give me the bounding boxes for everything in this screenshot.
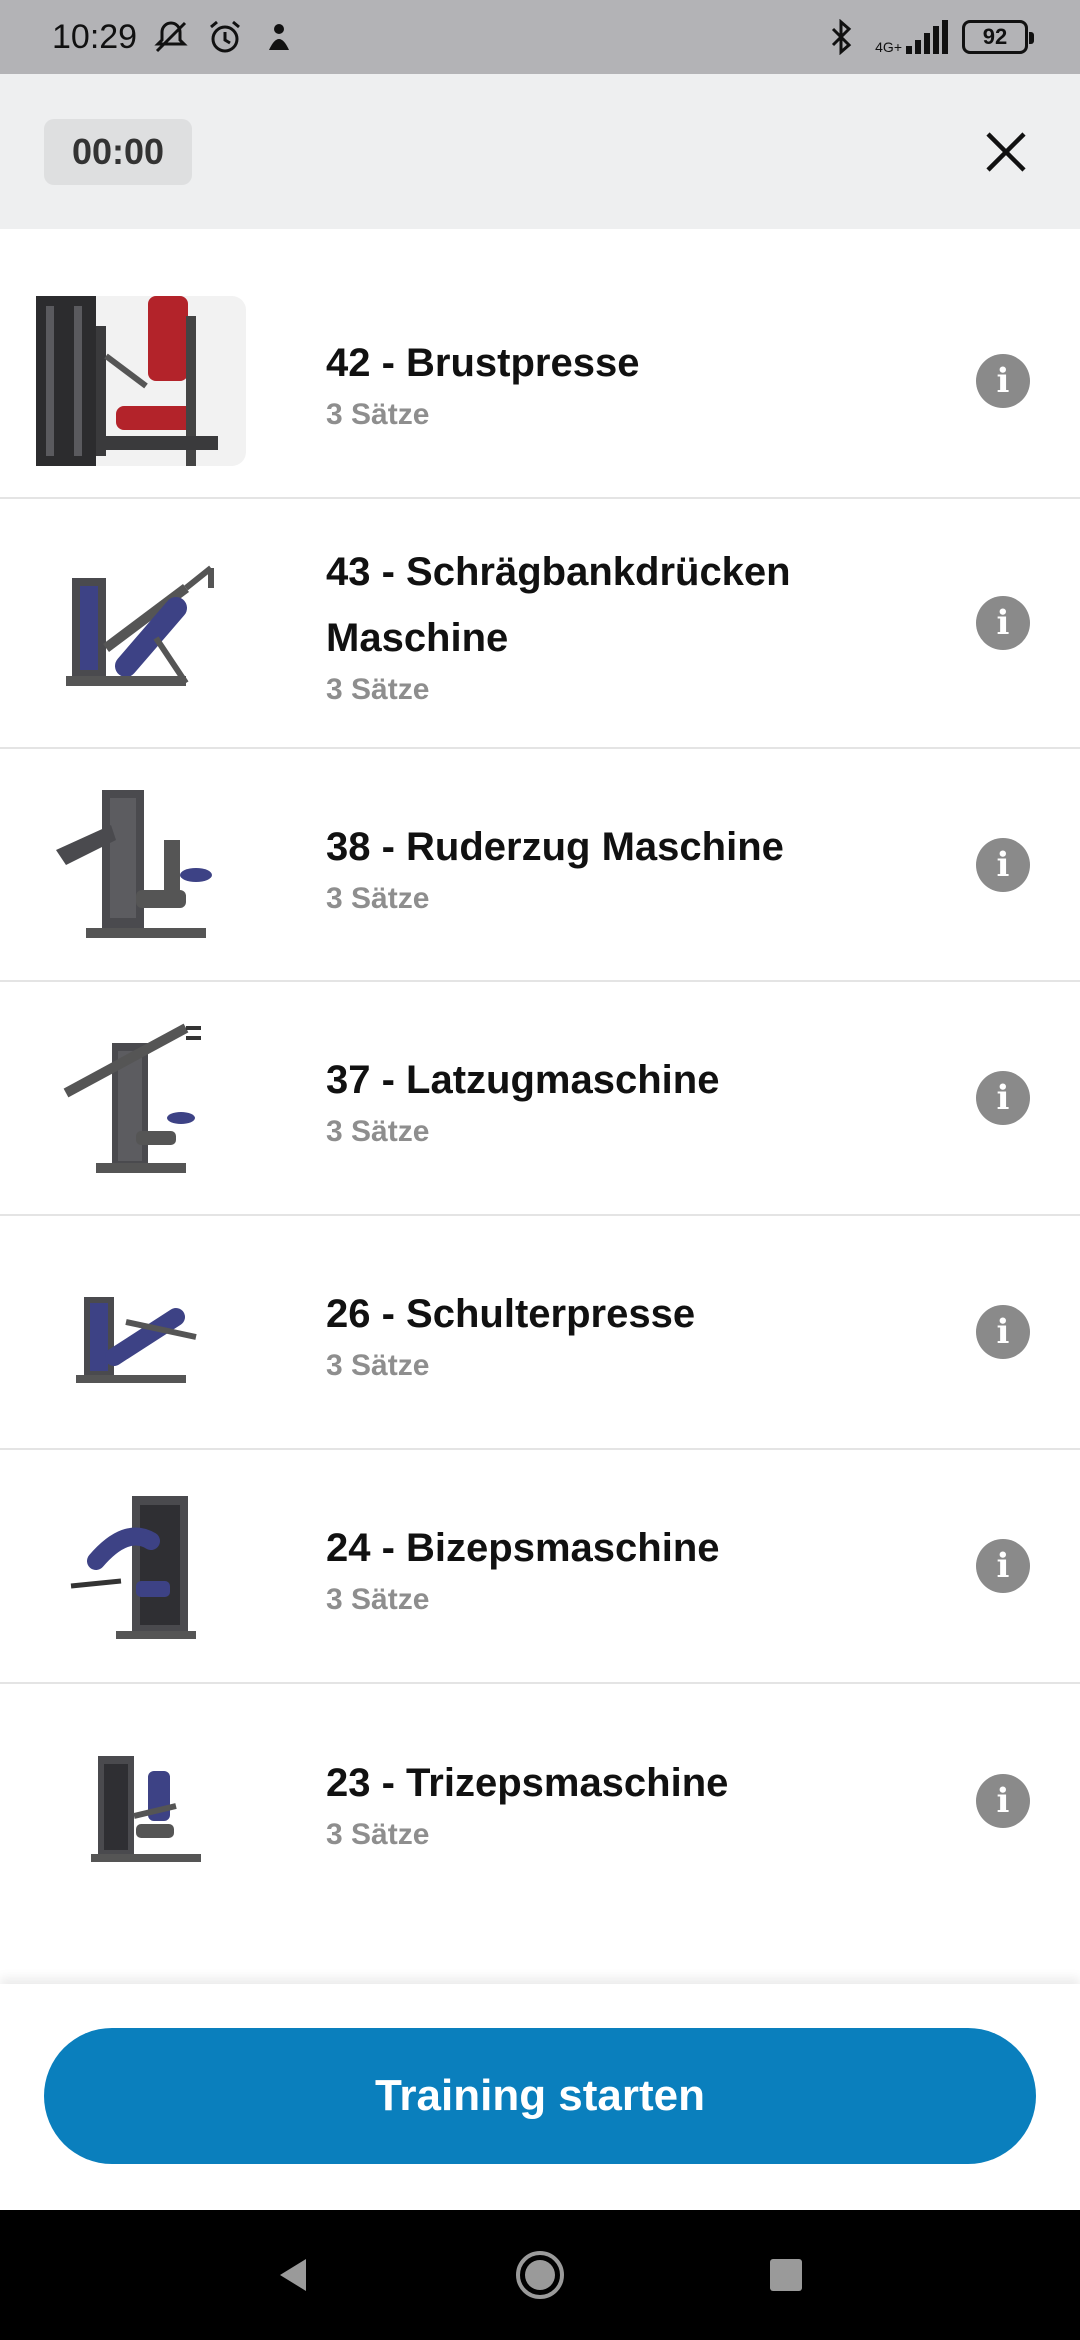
status-bar: 10:29 4G+ 92	[0, 0, 1080, 74]
close-button[interactable]	[976, 122, 1036, 182]
exercise-row[interactable]: 24 - Bizepsmaschine 3 Sätze i	[0, 1450, 1080, 1684]
battery-icon: 92	[962, 20, 1034, 54]
exercise-title: 26 - Schulterpresse	[326, 1292, 696, 1336]
exercise-title: 38 - Ruderzug Maschine	[326, 824, 784, 869]
exercise-title: 42 - Brustpresse	[326, 340, 640, 385]
exercise-row[interactable]: 42 - Brustpresse 3 Sätze i	[0, 264, 1080, 499]
info-icon[interactable]: i	[976, 353, 1030, 408]
system-nav-bar	[0, 2210, 1080, 2340]
signal-icon: 4G+	[875, 20, 948, 54]
exercise-sets: 3 Sätze	[326, 1349, 430, 1382]
home-icon	[516, 2251, 564, 2299]
exercise-row[interactable]: 26 - Schulterpresse 3 Sätze i	[0, 1216, 1080, 1450]
info-icon[interactable]: i	[976, 1071, 1030, 1125]
exercise-sets: 3 Sätze	[326, 1115, 430, 1148]
row-machine-image	[36, 780, 246, 950]
status-time: 10:29	[52, 17, 138, 56]
home-button[interactable]	[510, 2245, 570, 2305]
notification-icon	[259, 17, 299, 57]
exercise-sets: 3 Sätze	[326, 881, 430, 915]
info-icon[interactable]: i	[976, 837, 1030, 892]
shoulder-press-machine-image	[36, 1247, 246, 1417]
exercise-sets: 3 Sätze	[326, 1818, 430, 1851]
battery-level: 92	[982, 24, 1008, 49]
exercise-title: 24 - Bizepsmaschine	[326, 1526, 720, 1570]
exercise-row[interactable]: 23 - Trizepsmaschine 3 Sätze i	[0, 1684, 1080, 1918]
exercise-row[interactable]: 38 - Ruderzug Maschine 3 Sätze i	[0, 749, 1080, 982]
info-icon[interactable]: i	[976, 1539, 1030, 1593]
bottom-action-panel: Training starten	[0, 1984, 1080, 2210]
recents-icon	[770, 2259, 802, 2291]
mute-icon	[151, 17, 191, 57]
incline-press-machine-image	[36, 538, 246, 708]
recents-button[interactable]	[756, 2245, 816, 2305]
triceps-machine-image	[36, 1716, 246, 1886]
workout-timer: 00:00	[44, 118, 192, 185]
back-icon	[280, 2259, 306, 2291]
chest-press-machine-image	[36, 295, 246, 466]
exercise-sets: 3 Sätze	[326, 1583, 430, 1616]
exercise-sets: 3 Sätze	[326, 673, 430, 706]
start-training-button[interactable]: Training starten	[44, 2028, 1036, 2164]
info-icon[interactable]: i	[976, 1305, 1030, 1359]
back-button[interactable]	[264, 2245, 324, 2305]
exercise-title: 43 - Schrägbankdrücken Maschine	[326, 550, 791, 660]
info-icon[interactable]: i	[976, 1774, 1030, 1828]
exercise-title: 37 - Latzugmaschine	[326, 1058, 720, 1102]
exercise-title: 23 - Trizepsmaschine	[326, 1761, 729, 1805]
workout-header: 00:00	[0, 74, 1080, 229]
exercise-row[interactable]: 43 - Schrägbankdrücken Maschine 3 Sätze …	[0, 499, 1080, 749]
exercise-sets: 3 Sätze	[326, 397, 430, 431]
exercise-row[interactable]: 37 - Latzugmaschine 3 Sätze i	[0, 982, 1080, 1216]
alarm-icon	[205, 17, 245, 57]
biceps-machine-image	[36, 1481, 246, 1651]
bluetooth-icon	[821, 17, 861, 57]
info-icon[interactable]: i	[976, 596, 1030, 650]
exercise-list[interactable]: 42 - Brustpresse 3 Sätze i 43 - Schrägba…	[0, 229, 1080, 1984]
close-icon	[986, 131, 1026, 172]
lat-pulldown-machine-image	[36, 1013, 246, 1183]
network-label: 4G+	[875, 39, 902, 55]
